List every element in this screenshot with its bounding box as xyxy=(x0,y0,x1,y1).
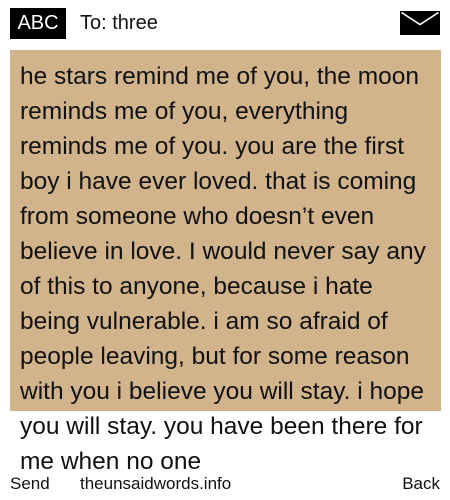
message-body[interactable]: he stars remind me of you, the moon remi… xyxy=(20,59,438,479)
back-softkey[interactable]: Back xyxy=(402,473,440,495)
envelope-icon xyxy=(400,11,440,35)
input-mode-indicator: ABC xyxy=(10,8,66,39)
send-softkey[interactable]: Send xyxy=(10,473,50,495)
softkey-bar: Send theunsaidwords.info Back xyxy=(0,472,450,500)
recipient-field[interactable]: To: three xyxy=(80,10,158,36)
watermark-text: theunsaidwords.info xyxy=(80,474,232,493)
